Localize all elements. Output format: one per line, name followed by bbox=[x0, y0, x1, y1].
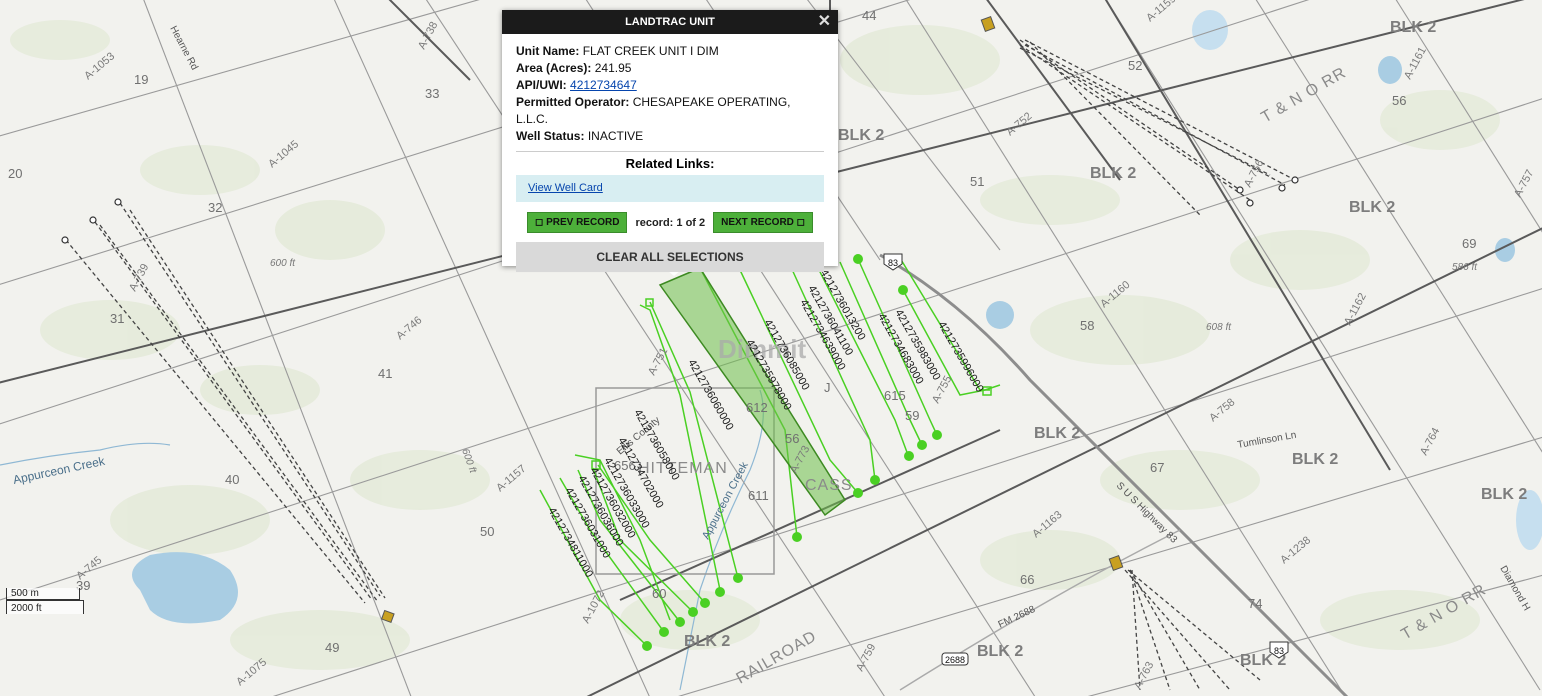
clear-all-selections-button[interactable]: CLEAR ALL SELECTIONS bbox=[516, 242, 824, 272]
section-label: J bbox=[824, 380, 831, 395]
svg-text:83: 83 bbox=[1274, 646, 1284, 656]
section-label: 69 bbox=[1462, 236, 1476, 251]
section-label: 51 bbox=[970, 174, 984, 189]
abstract-label: A-1238 bbox=[1278, 534, 1313, 566]
view-well-card-link[interactable]: View Well Card bbox=[528, 182, 603, 194]
unit-name-value: FLAT CREEK UNIT I DIM bbox=[582, 44, 719, 58]
fm-road-label: FM 2688 bbox=[997, 604, 1038, 631]
unit-name-label: Unit Name: bbox=[516, 44, 580, 58]
svg-text:2688: 2688 bbox=[945, 655, 965, 665]
abstract-label: A-751 bbox=[646, 346, 670, 378]
divider bbox=[516, 151, 824, 152]
fm-2688-shield: 2688 bbox=[941, 652, 969, 666]
section-label: 66 bbox=[1020, 572, 1034, 587]
landtrac-unit-popup: LANDTRAC UNIT ✕ Unit Name: FLAT CREEK UN… bbox=[502, 10, 838, 272]
survey-label: HITTEMAN bbox=[638, 460, 728, 477]
abstract-label: A-1157 bbox=[494, 463, 528, 494]
map-label-blk: BLK 2 bbox=[1090, 165, 1136, 182]
area-value: 241.95 bbox=[594, 61, 632, 75]
elevation-label: 608 ft bbox=[1206, 322, 1232, 333]
api-row: API/UWI: 4212734647 bbox=[516, 77, 824, 94]
api-link[interactable]: 4212734647 bbox=[570, 78, 637, 92]
map-label-blk: BLK 2 bbox=[1481, 486, 1527, 503]
creek-label: Appurceon Creek bbox=[12, 454, 107, 487]
tumlinson-road-label: Tumlinson Ln bbox=[1237, 430, 1298, 451]
section-label: 56 bbox=[785, 431, 799, 446]
map-label-blk: BLK 2 bbox=[684, 633, 730, 650]
abstract-label: A-1045 bbox=[266, 138, 301, 170]
elevation-label: 600 ft bbox=[270, 258, 296, 269]
section-label: 52 bbox=[1128, 58, 1142, 73]
section-label: 49 bbox=[325, 640, 339, 655]
abstract-label: A-1162 bbox=[1342, 291, 1369, 327]
svg-text:83: 83 bbox=[888, 258, 898, 268]
abstract-label: A-746 bbox=[394, 314, 424, 342]
record-counter: record: 1 of 2 bbox=[635, 216, 706, 229]
section-label: 56 bbox=[1392, 93, 1406, 108]
section-label: 50 bbox=[480, 524, 494, 539]
abstract-label: A-757 bbox=[1512, 168, 1536, 200]
close-icon[interactable]: ✕ bbox=[818, 10, 831, 34]
operator-label: Permitted Operator: bbox=[516, 95, 630, 109]
map-label-blk: BLK 2 bbox=[838, 127, 884, 144]
map-label-blk: BLK 2 bbox=[1292, 451, 1338, 468]
abstract-label: A-1072 bbox=[580, 588, 607, 625]
section-label: 44 bbox=[862, 8, 876, 23]
section-label: 611 bbox=[748, 488, 769, 503]
related-links-heading: Related Links: bbox=[625, 156, 715, 171]
section-label: 74 bbox=[1248, 596, 1262, 611]
section-label: 20 bbox=[8, 166, 22, 181]
abstract-label: A-759 bbox=[854, 642, 878, 674]
section-label: 33 bbox=[425, 86, 439, 101]
abstract-label: A-1161 bbox=[1402, 45, 1429, 81]
section-label: 31 bbox=[110, 311, 124, 326]
abstract-label: A-764 bbox=[1418, 426, 1442, 458]
status-label: Well Status: bbox=[516, 129, 585, 143]
section-label: 67 bbox=[1150, 460, 1164, 475]
status-value: INACTIVE bbox=[587, 129, 644, 143]
diamond-road-label: Diamond H bbox=[1497, 564, 1532, 613]
popup-title: LANDTRAC UNIT bbox=[625, 16, 715, 28]
section-label: 60 bbox=[652, 586, 666, 601]
section-label: 40 bbox=[225, 472, 239, 487]
hearne-road-label: Hearne Rd bbox=[167, 24, 199, 72]
abstract-label: A-1075 bbox=[234, 656, 269, 688]
selected-well-paths bbox=[539, 257, 1001, 647]
map-label-blk: BLK 2 bbox=[1390, 19, 1436, 36]
unit-name-row: Unit Name: FLAT CREEK UNIT I DIM bbox=[516, 43, 824, 60]
prev-record-button[interactable]: ◻ PREV RECORD bbox=[527, 212, 628, 233]
map-label-blk: BLK 2 bbox=[977, 643, 1023, 660]
section-label: 59 bbox=[905, 408, 919, 423]
scale-imperial: 2000 ft bbox=[6, 600, 84, 614]
map-label-blk: BLK 2 bbox=[1034, 425, 1080, 442]
abstract-label: A-763 bbox=[1132, 660, 1156, 692]
section-label: 612 bbox=[746, 400, 768, 415]
next-record-button[interactable]: NEXT RECORD ◻ bbox=[713, 212, 813, 233]
abstract-label: A-1159 bbox=[1144, 0, 1178, 24]
popup-header: LANDTRAC UNIT ✕ bbox=[502, 10, 838, 34]
scale-metric: 500 m bbox=[6, 588, 80, 600]
record-navigation: ◻ PREV RECORD record: 1 of 2 NEXT RECORD… bbox=[516, 212, 824, 233]
area-row: Area (Acres): 241.95 bbox=[516, 60, 824, 77]
section-label: 615 bbox=[884, 388, 906, 403]
map-label-blk: BLK 2 bbox=[1349, 199, 1395, 216]
abstract-label: A-758 bbox=[1207, 396, 1237, 424]
scale-bar: 500 m 2000 ft bbox=[6, 588, 84, 614]
section-label: 58 bbox=[1080, 318, 1094, 333]
section-label: 32 bbox=[208, 200, 222, 215]
well-card-row: View Well Card bbox=[516, 175, 824, 202]
operator-row: Permitted Operator: CHESAPEAKE OPERATING… bbox=[516, 94, 824, 128]
api-label: API/UWI: bbox=[516, 78, 567, 92]
section-label: 19 bbox=[134, 72, 148, 87]
section-label: 41 bbox=[378, 366, 392, 381]
area-label: Area (Acres): bbox=[516, 61, 592, 75]
elevation-label: 586 ft bbox=[1452, 262, 1478, 273]
tnorr-label: T & N O RR bbox=[1259, 64, 1350, 126]
status-row: Well Status: INACTIVE bbox=[516, 128, 824, 145]
survey-label-cass: CASS bbox=[805, 477, 853, 494]
